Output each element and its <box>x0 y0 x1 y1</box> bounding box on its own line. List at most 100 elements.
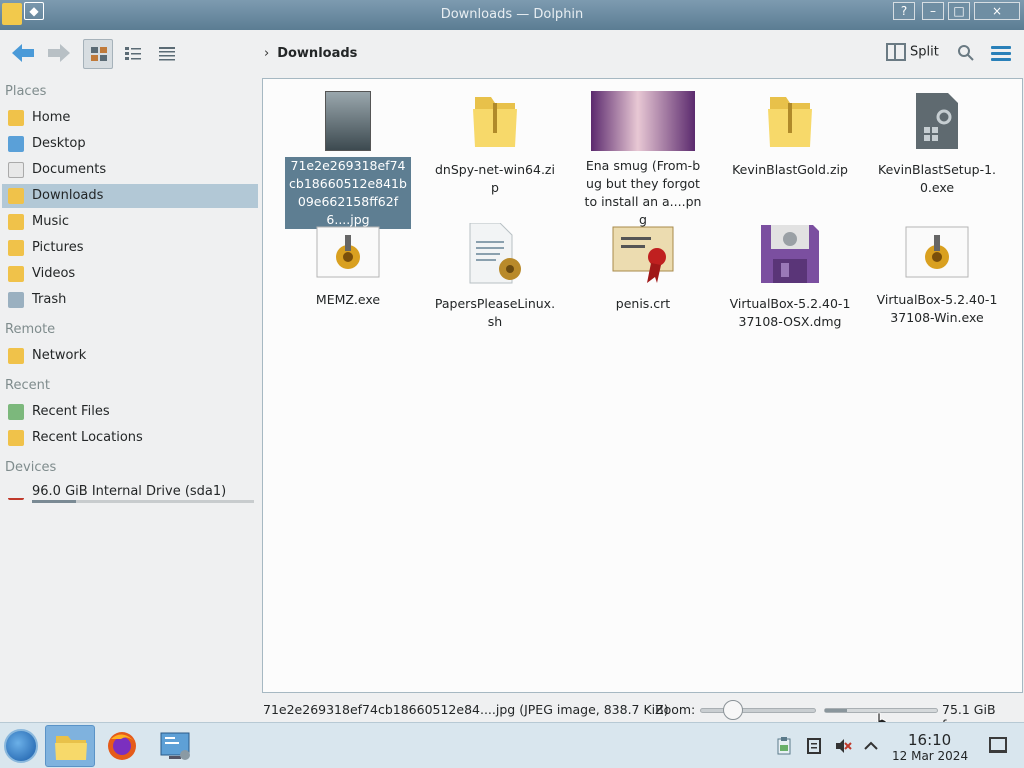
details-view-icon <box>159 47 175 61</box>
clock-date[interactable]: 12 Mar 2024 <box>892 749 968 763</box>
sidebar-item-desktop[interactable]: Desktop <box>2 132 258 156</box>
file-item[interactable]: KevinBlastSetup-1.0.exe <box>872 91 1002 197</box>
sidebar-item-trash[interactable]: Trash <box>2 288 258 312</box>
file-item[interactable]: penis.crt <box>578 223 708 313</box>
chevron-up-icon[interactable] <box>862 737 880 755</box>
sidebar-item-recent-locations[interactable]: Recent Locations <box>2 426 258 450</box>
file-name: KevinBlastSetup-1.0.exe <box>878 162 996 195</box>
details-view-button[interactable] <box>151 39 181 69</box>
split-button[interactable]: Split <box>886 43 939 65</box>
zoom-slider[interactable] <box>700 708 816 713</box>
sidebar-item-home[interactable]: Home <box>2 106 258 130</box>
sidebar-item-recent-files[interactable]: Recent Files <box>2 400 258 424</box>
places-panel: Places Home Desktop Documents Downloads … <box>0 80 262 720</box>
desktop-icon <box>8 136 24 152</box>
file-name: PapersPleaseLinux.sh <box>434 296 556 329</box>
image-thumbnail-icon <box>325 91 371 151</box>
status-bar: 71e2e269318ef74cb18660512e84....jpg (JPE… <box>0 696 1024 732</box>
music-icon <box>8 214 24 230</box>
file-name: KevinBlastGold.zip <box>732 162 848 177</box>
volume-muted-icon[interactable] <box>834 737 852 755</box>
file-name: VirtualBox-5.2.40-137108-OSX.dmg <box>729 296 851 329</box>
sidebar-item-documents[interactable]: Documents <box>2 158 258 182</box>
clipboard-icon[interactable] <box>775 737 793 755</box>
executable-icon <box>916 93 958 149</box>
taskbar-system-settings[interactable] <box>149 725 199 767</box>
certificate-icon <box>612 226 674 283</box>
zip-folder-icon <box>768 97 812 147</box>
zoom-slider-handle[interactable] <box>723 700 743 720</box>
zoom-label: Zoom: <box>655 702 696 717</box>
file-item[interactable]: 71e2e269318ef74cb18660512e841b09e662158f… <box>283 91 413 229</box>
recent-locations-icon <box>8 430 24 446</box>
icons-view-icon <box>91 47 107 61</box>
file-item[interactable]: PapersPleaseLinux.sh <box>430 222 560 331</box>
breadcrumb[interactable]: › Downloads <box>264 46 357 61</box>
file-name: dnSpy-net-win64.zip <box>435 162 555 195</box>
recent-header: Recent <box>5 378 50 393</box>
file-view[interactable]: 71e2e269318ef74cb18660512e841b09e662158f… <box>262 78 1023 693</box>
split-label: Split <box>910 44 939 60</box>
file-name: MEMZ.exe <box>315 292 381 307</box>
start-menu-icon[interactable] <box>4 729 38 763</box>
file-item[interactable]: MEMZ.exe <box>283 223 413 309</box>
title-bar[interactable]: ◆ Downloads — Dolphin ? – □ × <box>0 0 1024 30</box>
taskbar-dolphin[interactable] <box>45 725 95 767</box>
shell-script-icon <box>469 222 521 284</box>
help-button[interactable]: ? <box>893 2 915 20</box>
file-item[interactable]: VirtualBox-5.2.40-137108-Win.exe <box>872 223 1002 327</box>
system-settings-icon <box>160 732 190 760</box>
file-item[interactable]: Ena smug (From-bug but they forgot to in… <box>578 91 708 229</box>
notes-icon[interactable] <box>805 737 823 755</box>
wine-exe-icon <box>905 226 969 278</box>
search-icon[interactable] <box>957 44 975 62</box>
file-item[interactable]: KevinBlastGold.zip <box>725 91 855 179</box>
sidebar-item-videos[interactable]: Videos <box>2 262 258 286</box>
zip-folder-icon <box>473 97 517 147</box>
compact-view-icon <box>125 47 141 60</box>
show-desktop-icon[interactable] <box>989 737 1007 753</box>
toolbar: › Downloads Split <box>0 30 1024 78</box>
icons-view-button[interactable] <box>83 39 113 69</box>
taskbar-firefox[interactable] <box>97 725 147 767</box>
drive-usage-bar <box>32 500 254 503</box>
file-name: 71e2e269318ef74cb18660512e841b09e662158f… <box>285 157 411 229</box>
chevron-right-icon: › <box>264 46 270 61</box>
devices-header: Devices <box>5 460 57 475</box>
sidebar-item-music[interactable]: Music <box>2 210 258 234</box>
file-item[interactable]: VirtualBox-5.2.40-137108-OSX.dmg <box>725 223 855 331</box>
documents-icon <box>8 162 24 178</box>
back-arrow-icon[interactable] <box>10 42 36 66</box>
file-name: penis.crt <box>615 296 671 311</box>
trash-icon <box>8 292 24 308</box>
wine-exe-icon <box>316 226 380 278</box>
file-manager-icon <box>55 736 87 760</box>
hamburger-menu-icon[interactable] <box>991 46 1011 62</box>
close-button[interactable]: × <box>974 2 1020 20</box>
file-name: Ena smug (From-bug but they forgot to in… <box>584 158 702 227</box>
forward-arrow-icon[interactable] <box>46 42 72 66</box>
minimize-button[interactable]: – <box>922 2 944 20</box>
anime-thumbnail-icon <box>591 91 695 151</box>
split-view-icon <box>886 43 906 61</box>
places-header: Places <box>5 84 47 99</box>
pictures-icon <box>8 240 24 256</box>
maximize-button[interactable]: □ <box>948 2 970 20</box>
sidebar-item-downloads[interactable]: Downloads <box>2 184 258 208</box>
file-name: VirtualBox-5.2.40-137108-Win.exe <box>876 292 998 325</box>
network-icon <box>8 348 24 364</box>
status-text: 71e2e269318ef74cb18660512e84....jpg (JPE… <box>263 702 669 717</box>
home-folder-icon <box>8 110 24 126</box>
sidebar-item-pictures[interactable]: Pictures <box>2 236 258 260</box>
window-title: Downloads — Dolphin <box>440 7 584 22</box>
sidebar-item-network[interactable]: Network <box>2 344 258 368</box>
disk-image-icon <box>761 225 819 283</box>
compact-view-button[interactable] <box>117 39 147 69</box>
clock-time[interactable]: 16:10 <box>908 731 951 749</box>
recent-files-icon <box>8 404 24 420</box>
downloads-icon <box>8 188 24 204</box>
breadcrumb-downloads[interactable]: Downloads <box>277 46 357 61</box>
remote-header: Remote <box>5 322 56 337</box>
drive-icon <box>8 484 24 500</box>
file-item[interactable]: dnSpy-net-win64.zip <box>430 91 560 197</box>
